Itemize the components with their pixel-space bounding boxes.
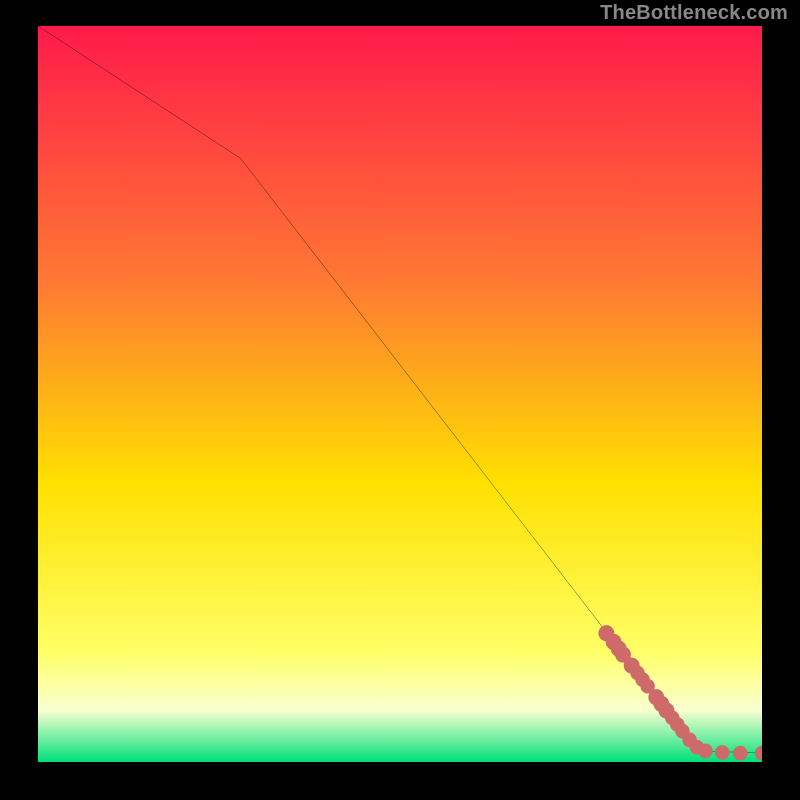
plot-area bbox=[38, 26, 762, 762]
chart-stage: TheBottleneck.com bbox=[0, 0, 800, 800]
data-point bbox=[698, 744, 712, 759]
chart-svg bbox=[38, 26, 762, 762]
gradient-background bbox=[38, 26, 762, 762]
data-point bbox=[715, 745, 729, 760]
attribution-text: TheBottleneck.com bbox=[600, 2, 788, 25]
data-point bbox=[733, 746, 747, 761]
